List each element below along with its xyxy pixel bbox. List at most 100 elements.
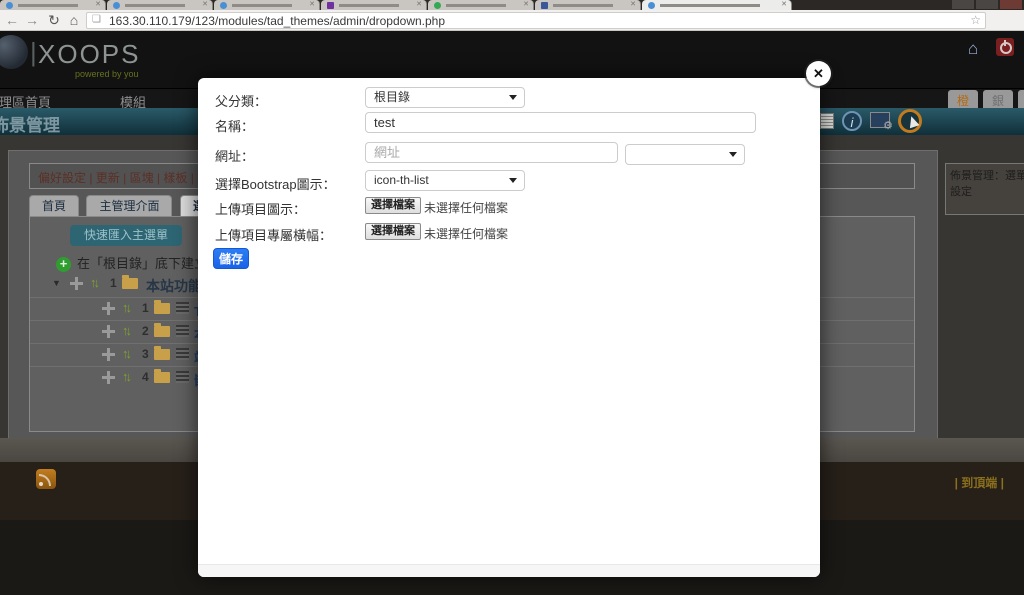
folder-icon: [154, 303, 170, 314]
no-file-text: 未選擇任何檔案: [424, 225, 508, 242]
sort-arrows-icon[interactable]: ↑↓: [122, 300, 129, 315]
browser-tab[interactable]: ✕: [428, 0, 534, 10]
browser-tab[interactable]: ✕: [535, 0, 641, 10]
pointer-help-icon[interactable]: [898, 109, 922, 133]
home-icon[interactable]: ⌂: [64, 10, 84, 30]
tab-close-icon[interactable]: ✕: [781, 1, 787, 9]
parent-category-select[interactable]: 根目錄: [365, 87, 525, 108]
sort-arrows-icon[interactable]: ↑↓: [122, 369, 129, 384]
tab-close-icon[interactable]: ✕: [202, 1, 208, 9]
forward-icon[interactable]: →: [22, 10, 42, 30]
breadcrumb-text: 佈景管理：選單設定: [950, 170, 1024, 198]
url-text[interactable]: 163.30.110.179/123/modules/tad_themes/ad…: [109, 14, 445, 28]
modal-footer: [198, 564, 820, 577]
modal-close-icon[interactable]: ✕: [806, 61, 831, 86]
tab-favicon: [327, 2, 334, 9]
tab-title-smudge: [125, 4, 185, 7]
tree-item-number: 3: [142, 347, 149, 361]
move-icon[interactable]: [70, 277, 83, 290]
to-top-link[interactable]: | 到頂端 |: [955, 474, 1004, 491]
sort-arrows-icon[interactable]: ↑↓: [122, 346, 129, 361]
url-field[interactable]: [365, 142, 618, 163]
browser-tab[interactable]: ✕: [321, 0, 427, 10]
menu-list-icon[interactable]: [820, 113, 834, 129]
name-field[interactable]: [365, 112, 756, 133]
url-target-select[interactable]: [625, 144, 745, 165]
tab-favicon: [6, 2, 13, 9]
tab-close-icon[interactable]: ✕: [309, 1, 315, 9]
move-icon[interactable]: [102, 325, 115, 338]
xoops-logo-icon: [0, 35, 28, 69]
list-icon: [176, 348, 189, 360]
plus-icon[interactable]: +: [56, 257, 71, 272]
folder-icon: [154, 326, 170, 337]
move-icon[interactable]: [102, 371, 115, 384]
folder-icon: [122, 278, 138, 289]
logo-tagline: powered by you: [75, 69, 139, 79]
list-icon: [176, 302, 189, 314]
logo-divider: |: [30, 37, 37, 68]
tree-item-number: 1: [142, 301, 149, 315]
xoops-logo-text[interactable]: XOOPS: [38, 39, 140, 70]
logout-power-icon[interactable]: [996, 38, 1014, 56]
tab-close-icon[interactable]: ✕: [416, 1, 422, 9]
chevron-down-icon: [729, 152, 737, 157]
tab-close-icon[interactable]: ✕: [630, 1, 636, 9]
list-icon: [176, 325, 189, 337]
reload-icon[interactable]: ↻: [44, 10, 64, 30]
sort-arrows-icon[interactable]: ↑↓: [122, 323, 129, 338]
dropdown-edit-modal: 父分類： 根目錄 名稱： 網址： 選擇Bootstrap圖示： icon-th-…: [198, 78, 820, 577]
browser-tabstrip: ✕ ✕ ✕ ✕ ✕ ✕ ✕: [0, 0, 1024, 10]
choose-file-button-banner[interactable]: 選擇檔案: [365, 223, 421, 240]
save-button[interactable]: 儲存: [213, 248, 249, 269]
choose-file-button-icon[interactable]: 選擇檔案: [365, 197, 421, 214]
bookmark-star-icon[interactable]: ☆: [970, 13, 981, 27]
maximize-button[interactable]: [976, 0, 998, 9]
url-label: 網址：: [215, 146, 254, 165]
chevron-down-icon: [509, 178, 517, 183]
tree-item-number: 2: [142, 324, 149, 338]
browser-tab-active[interactable]: ✕: [642, 0, 792, 10]
close-window-button[interactable]: [1000, 0, 1022, 9]
tree-item-number: 1: [110, 276, 117, 290]
rss-icon[interactable]: [36, 469, 56, 489]
tab-favicon: [113, 2, 120, 9]
info-icon[interactable]: i: [842, 111, 862, 131]
name-label: 名稱：: [215, 116, 254, 135]
tab-title-smudge: [339, 4, 399, 7]
tab-main-admin[interactable]: 主管理介面: [86, 195, 172, 216]
quick-import-button[interactable]: 快速匯入主選單: [70, 225, 182, 246]
tab-title-smudge: [553, 4, 613, 7]
list-icon: [176, 371, 189, 383]
browser-tab[interactable]: ✕: [107, 0, 213, 10]
sort-arrows-icon[interactable]: ↑↓: [90, 275, 97, 290]
no-file-text: 未選擇任何檔案: [424, 199, 508, 216]
tab-home[interactable]: 首頁: [29, 195, 79, 216]
upload-icon-label: 上傳項目圖示：: [215, 199, 306, 218]
page-icon: ❏: [92, 14, 101, 25]
bootstrap-icon-select[interactable]: icon-th-list: [365, 170, 525, 191]
folder-icon: [154, 349, 170, 360]
tab-close-icon[interactable]: ✕: [95, 1, 101, 9]
minimize-button[interactable]: [952, 0, 974, 9]
browser-tab[interactable]: ✕: [0, 0, 106, 10]
tab-title-smudge: [446, 4, 506, 7]
browser-tab[interactable]: ✕: [214, 0, 320, 10]
bootstrap-icon-label: 選擇Bootstrap圖示：: [215, 174, 336, 193]
site-home-icon[interactable]: ⌂: [968, 39, 978, 59]
tab-favicon: [434, 2, 441, 9]
back-icon[interactable]: ←: [2, 10, 22, 30]
chevron-down-icon: [509, 95, 517, 100]
collapse-icon[interactable]: ▼: [52, 278, 61, 288]
tab-title-smudge: [660, 4, 760, 7]
parent-category-label: 父分類：: [215, 91, 267, 110]
browser-toolbar: ← → ↻ ⌂ ❏ 163.30.110.179/123/modules/tad…: [0, 10, 1024, 31]
breadcrumb-box: 佈景管理：選單設定: [945, 163, 1024, 215]
folder-icon: [154, 372, 170, 383]
tab-close-icon[interactable]: ✕: [523, 1, 529, 9]
move-icon[interactable]: [102, 302, 115, 315]
screen-settings-icon[interactable]: ⚙: [870, 112, 890, 128]
move-icon[interactable]: [102, 348, 115, 361]
url-bar[interactable]: ❏ 163.30.110.179/123/modules/tad_themes/…: [86, 12, 986, 29]
module-title: 佈景管理: [0, 111, 60, 136]
